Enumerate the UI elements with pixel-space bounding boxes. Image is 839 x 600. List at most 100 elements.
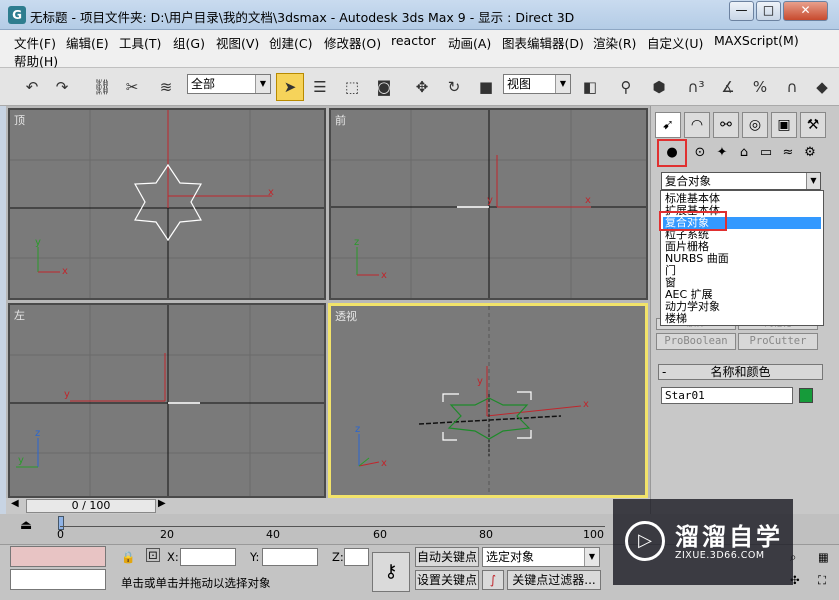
link-icon[interactable]: ⛓	[88, 73, 116, 101]
key-mode-value: 选定对象	[486, 550, 535, 564]
viewport-perspective[interactable]: y x z x 透视	[328, 303, 648, 498]
front-x-axis-label: x	[381, 270, 387, 281]
tick-80: 80	[479, 528, 493, 541]
proboolean-button[interactable]: ProBoolean	[656, 333, 736, 350]
menu-animation[interactable]: 动画(A)	[448, 33, 491, 52]
z-label: Z:	[332, 550, 344, 564]
redo-icon[interactable]: ↷	[48, 73, 76, 101]
option-stairs[interactable]: 楼梯	[663, 313, 821, 325]
viewport-label-perspective[interactable]: 透视	[335, 308, 357, 324]
title-bar: G 无标题 - 项目文件夹: D:\用户目录\我的文档\3dsmax - Aut…	[0, 0, 839, 30]
maximize-viewport-icon[interactable]: ⛶	[818, 573, 826, 588]
move-icon[interactable]: ✥	[408, 73, 436, 101]
persp-x-axis-label: x	[381, 458, 387, 469]
undo-icon[interactable]: ↶	[18, 73, 46, 101]
key-icon[interactable]: ⚷	[372, 552, 410, 592]
systems-icon[interactable]: ⚙	[799, 142, 821, 164]
viewport-label-left[interactable]: 左	[14, 307, 25, 323]
option-doors[interactable]: 门	[663, 265, 821, 277]
z-coord-field[interactable]	[344, 548, 369, 566]
rotate-icon[interactable]: ↻	[440, 73, 468, 101]
reference-coord-select[interactable]: 视图 ▼	[503, 74, 571, 94]
menu-graph-editors[interactable]: 图表编辑器(D)	[502, 33, 584, 52]
maxscript-output-mini[interactable]	[10, 569, 106, 590]
display-tab-icon[interactable]: ▣	[771, 112, 797, 138]
object-color-swatch[interactable]	[799, 388, 813, 403]
chevron-down-icon: ▼	[255, 75, 270, 93]
pivot-center-icon[interactable]: ◧	[576, 73, 604, 101]
prev-frame-icon[interactable]: ◀	[11, 498, 19, 509]
viewport-label-top[interactable]: 顶	[14, 112, 25, 128]
angle-snap-icon[interactable]: ∡	[714, 73, 742, 101]
viewport-label-front[interactable]: 前	[335, 112, 346, 128]
percent-snap-icon[interactable]: %	[746, 73, 774, 101]
auto-key-button[interactable]: 自动关键点	[415, 547, 479, 567]
top-grid: x y x	[10, 110, 324, 298]
name-color-rollout[interactable]: - 名称和颜色	[658, 364, 823, 380]
geometry-highlight-box	[657, 139, 687, 167]
mirror-icon[interactable]: ⚲	[612, 73, 640, 101]
maxscript-listener-mini[interactable]	[10, 546, 106, 567]
procutter-button[interactable]: ProCutter	[738, 333, 818, 350]
top-y-label: y	[35, 237, 41, 248]
menu-rendering[interactable]: 渲染(R)	[593, 33, 636, 52]
named-selection-icon[interactable]: ◆	[808, 73, 836, 101]
snap-3d-icon[interactable]: ∩³	[682, 73, 710, 101]
scale-icon[interactable]: ■	[472, 73, 500, 101]
app-icon: G	[8, 6, 26, 24]
rect-region-icon[interactable]: ⬚	[338, 73, 366, 101]
maximize-button[interactable]: □	[756, 1, 781, 21]
motion-tab-icon[interactable]: ◎	[742, 112, 768, 138]
menu-views[interactable]: 视图(V)	[216, 33, 259, 52]
space-warps-icon[interactable]: ≈	[777, 142, 799, 164]
tick-40: 40	[266, 528, 280, 541]
menu-group[interactable]: 组(G)	[173, 33, 205, 52]
utilities-tab-icon[interactable]: ⚒	[800, 112, 826, 138]
menu-create[interactable]: 创建(C)	[269, 33, 312, 52]
option-nurbs-surfaces[interactable]: NURBS 曲面	[663, 253, 821, 265]
menu-customize[interactable]: 自定义(U)	[647, 33, 703, 52]
set-key-button[interactable]: 设置关键点	[415, 570, 479, 590]
window-crossing-icon[interactable]: ◙	[370, 73, 398, 101]
helpers-icon[interactable]: ▭	[755, 142, 777, 164]
watermark-title: 溜溜自学	[675, 523, 783, 551]
menu-modifiers[interactable]: 修改器(O)	[324, 33, 381, 52]
viewport-top[interactable]: x y x 顶	[8, 108, 326, 300]
bind-space-warp-icon[interactable]: ≋	[152, 73, 180, 101]
absolute-mode-icon[interactable]: ⊡	[146, 548, 160, 562]
key-filters-button[interactable]: 关键点过滤器...	[507, 570, 601, 590]
cameras-icon[interactable]: ⌂	[733, 142, 755, 164]
select-by-name-icon[interactable]: ☰	[306, 73, 334, 101]
object-category-select[interactable]: 复合对象 ▼	[661, 172, 821, 190]
menu-edit[interactable]: 编辑(E)	[66, 33, 109, 52]
menu-tools[interactable]: 工具(T)	[119, 33, 161, 52]
viewport-front[interactable]: y x z x 前	[329, 108, 648, 300]
x-coord-field[interactable]	[180, 548, 236, 566]
lights-icon[interactable]: ✦	[711, 142, 733, 164]
viewport-left[interactable]: y z y 左	[8, 303, 326, 498]
shapes-icon[interactable]: ⊙	[689, 142, 711, 164]
zoom-all-icon[interactable]: ▦	[818, 550, 829, 564]
menu-maxscript[interactable]: MAXScript(M)	[714, 33, 799, 48]
unlink-icon[interactable]: ✂	[118, 73, 146, 101]
create-tab-icon[interactable]: ➹	[655, 112, 681, 138]
select-icon[interactable]: ➤	[276, 73, 304, 101]
hierarchy-tab-icon[interactable]: ⚯	[713, 112, 739, 138]
track-bar-icon[interactable]: ⏏	[20, 518, 40, 538]
next-frame-icon[interactable]: ▶	[158, 498, 166, 509]
menu-file[interactable]: 文件(F)	[14, 33, 56, 52]
y-coord-field[interactable]	[262, 548, 318, 566]
time-slider[interactable]: 0 / 100	[26, 499, 156, 513]
modify-tab-icon[interactable]: ◠	[684, 112, 710, 138]
lock-icon[interactable]: 🔒	[121, 550, 135, 564]
align-icon[interactable]: ⬢	[645, 73, 673, 101]
selection-filter-select[interactable]: 全部 ▼	[187, 74, 271, 94]
close-button[interactable]: ✕	[783, 1, 828, 21]
key-mode-select[interactable]: 选定对象 ▼	[482, 547, 600, 567]
object-name-field[interactable]: Star01	[661, 387, 793, 404]
minimize-button[interactable]: —	[729, 1, 754, 21]
prompt-text: 单击或单击并拖动以选择对象	[121, 576, 271, 590]
menu-reactor[interactable]: reactor	[391, 33, 436, 48]
curve-icon[interactable]: ∫	[482, 570, 504, 590]
spinner-snap-icon[interactable]: ∩	[778, 73, 806, 101]
